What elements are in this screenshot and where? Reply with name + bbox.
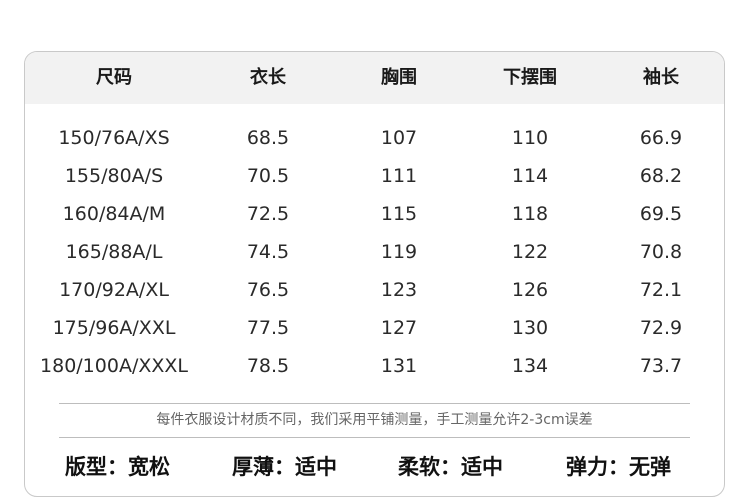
chest-cell: 127 xyxy=(380,317,418,339)
property-elasticity: 弹力：无弹 xyxy=(566,450,671,484)
chest-cell: 119 xyxy=(380,241,418,263)
property-label: 柔软： xyxy=(398,455,461,479)
length-cell: 70.5 xyxy=(246,165,290,187)
table-row: 165/88A/L 74.5 119 122 70.8 xyxy=(25,237,724,267)
length-cell: 72.5 xyxy=(246,203,290,225)
length-cell: 74.5 xyxy=(246,241,290,263)
header-length: 衣长 xyxy=(250,67,286,88)
sleeve-cell: 72.1 xyxy=(639,279,683,301)
divider-top xyxy=(59,403,690,404)
length-cell: 76.5 xyxy=(246,279,290,301)
size-cell: 150/76A/XS xyxy=(58,127,170,149)
size-cell: 155/80A/S xyxy=(64,165,164,187)
property-thickness: 厚薄：适中 xyxy=(232,450,337,484)
property-softness: 柔软：适中 xyxy=(398,450,503,484)
chest-cell: 123 xyxy=(380,279,418,301)
table-row: 180/100A/XXXL 78.5 131 134 73.7 xyxy=(25,351,724,381)
length-cell: 68.5 xyxy=(246,127,290,149)
sleeve-cell: 68.2 xyxy=(639,165,683,187)
hem-cell: 118 xyxy=(511,203,549,225)
chest-cell: 107 xyxy=(380,127,418,149)
measurement-note: 每件衣服设计材质不同，我们采用平铺测量，手工测量允许2-3cm误差 xyxy=(156,412,593,428)
table-row: 160/84A/M 72.5 115 118 69.5 xyxy=(25,199,724,229)
sleeve-cell: 72.9 xyxy=(639,317,683,339)
property-value: 无弹 xyxy=(629,455,671,479)
property-label: 厚薄： xyxy=(232,455,295,479)
length-cell: 78.5 xyxy=(246,355,290,377)
chest-cell: 115 xyxy=(380,203,418,225)
size-cell: 165/88A/L xyxy=(65,241,163,263)
table-row: 155/80A/S 70.5 111 114 68.2 xyxy=(25,161,724,191)
property-label: 版型： xyxy=(65,455,128,479)
property-fit: 版型：宽松 xyxy=(65,450,170,484)
chest-cell: 111 xyxy=(380,165,418,187)
size-cell: 160/84A/M xyxy=(62,203,166,225)
header-size: 尺码 xyxy=(96,67,132,88)
length-cell: 77.5 xyxy=(246,317,290,339)
sleeve-cell: 66.9 xyxy=(639,127,683,149)
header-chest: 胸围 xyxy=(381,67,417,88)
property-label: 弹力： xyxy=(566,455,629,479)
divider-bottom xyxy=(59,437,690,438)
sleeve-cell: 70.8 xyxy=(639,241,683,263)
size-table-header: 尺码 衣长 胸围 下摆围 袖长 xyxy=(25,52,724,104)
table-row: 170/92A/XL 76.5 123 126 72.1 xyxy=(25,275,724,305)
size-cell: 170/92A/XL xyxy=(59,279,169,301)
sleeve-cell: 73.7 xyxy=(639,355,683,377)
sleeve-cell: 69.5 xyxy=(639,203,683,225)
hem-cell: 110 xyxy=(511,127,549,149)
header-sleeve: 袖长 xyxy=(643,67,679,88)
property-value: 适中 xyxy=(461,455,503,479)
hem-cell: 134 xyxy=(511,355,549,377)
hem-cell: 114 xyxy=(511,165,549,187)
hem-cell: 130 xyxy=(511,317,549,339)
hem-cell: 126 xyxy=(511,279,549,301)
property-value: 宽松 xyxy=(128,455,170,479)
table-row: 150/76A/XS 68.5 107 110 66.9 xyxy=(25,123,724,153)
header-hem: 下摆围 xyxy=(503,67,557,88)
hem-cell: 122 xyxy=(511,241,549,263)
property-value: 适中 xyxy=(295,455,337,479)
size-cell: 175/96A/XXL xyxy=(52,317,176,339)
size-chart-card: 尺码 衣长 胸围 下摆围 袖长 150/76A/XS 68.5 107 110 … xyxy=(24,51,725,497)
chest-cell: 131 xyxy=(380,355,418,377)
table-row: 175/96A/XXL 77.5 127 130 72.9 xyxy=(25,313,724,343)
size-cell: 180/100A/XXXL xyxy=(40,355,188,377)
